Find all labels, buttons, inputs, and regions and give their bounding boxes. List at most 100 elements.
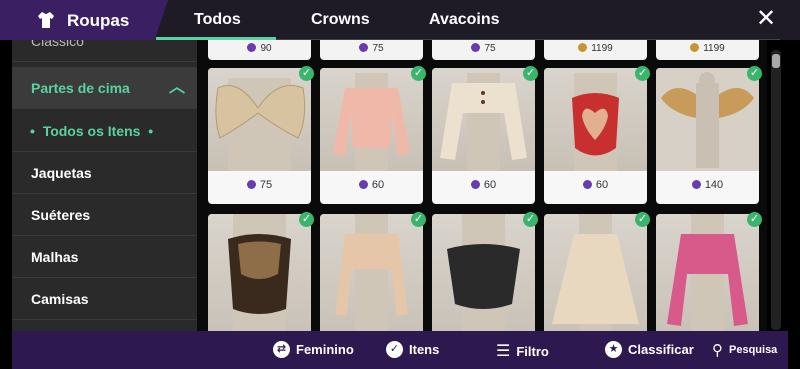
- pink-jacket-image: [667, 214, 748, 331]
- check-circle-icon: ✓: [386, 341, 403, 358]
- sidebar-item-camisas[interactable]: Camisas: [12, 278, 197, 320]
- owned-check-icon: ✓: [635, 66, 650, 81]
- owned-check-icon: ✓: [411, 66, 426, 81]
- owned-check-icon: ✓: [747, 66, 762, 81]
- bottom-toolbar: ⇄ Feminino ✓ Itens ☰ Filtro ★ Classifica…: [12, 331, 788, 369]
- classificar-button[interactable]: ★ Classificar: [605, 341, 694, 358]
- list-item[interactable]: [544, 214, 647, 331]
- tab-avacoins[interactable]: Avacoins: [429, 11, 500, 29]
- brand-header: Roupas: [0, 0, 168, 40]
- shirt-icon: [38, 12, 54, 28]
- item-price: 1199: [703, 43, 725, 54]
- item-thumbnail: [208, 214, 311, 331]
- itens-button[interactable]: ✓ Itens: [386, 341, 439, 358]
- item-price: 75: [484, 43, 496, 54]
- angel-wings-image: [656, 68, 759, 171]
- sidebar-item-label: Clássico: [31, 40, 84, 49]
- lace-corset-image: [228, 214, 291, 331]
- nude-corset-image: [335, 214, 408, 331]
- star-icon: ★: [605, 341, 622, 358]
- avacoin-icon: [578, 43, 588, 52]
- item-price: 60: [371, 179, 385, 191]
- gender-swap-icon: ⇄: [273, 341, 290, 358]
- item-price: 90: [260, 43, 272, 54]
- crown-coin-icon: [359, 43, 369, 52]
- owned-check-icon: ✓: [523, 212, 538, 227]
- itens-label: Itens: [409, 342, 440, 357]
- item-price-row: 60: [544, 179, 647, 191]
- crown-coin-icon: [471, 43, 481, 52]
- item-price: 60: [595, 179, 609, 191]
- filtro-label: Filtro: [516, 343, 549, 359]
- bow-top-image: [215, 78, 306, 171]
- sidebar-item-label: Suéteres: [31, 207, 91, 223]
- list-item[interactable]: 1199: [656, 40, 759, 60]
- item-thumbnail: [320, 68, 423, 171]
- net-top-image: [552, 214, 639, 331]
- list-item[interactable]: 75: [208, 68, 311, 204]
- sidebar-item-label: Todos os Itens: [42, 123, 141, 139]
- sidebar-item-sueteres[interactable]: Suéteres: [12, 194, 197, 236]
- list-item[interactable]: [320, 214, 423, 331]
- chevron-up-icon: ︿: [168, 79, 185, 96]
- owned-check-icon: ✓: [299, 66, 314, 81]
- list-item[interactable]: 60: [320, 68, 423, 204]
- pesquisa-label: Pesquisa: [729, 344, 778, 356]
- classificar-label: Classificar: [628, 342, 694, 357]
- sidebar-item-jaquetas[interactable]: Jaquetas: [12, 152, 197, 194]
- crown-coin-icon: [582, 180, 592, 189]
- sidebar-item-malhas[interactable]: Malhas: [12, 236, 197, 278]
- item-thumbnail: [656, 68, 759, 171]
- owned-check-icon: ✓: [747, 212, 762, 227]
- item-thumbnail: [432, 68, 535, 171]
- sidebar-item-label: Jaquetas: [31, 165, 92, 181]
- sidebar-item-label: Camisas: [31, 291, 89, 307]
- list-item[interactable]: [656, 214, 759, 331]
- owned-check-icon: ✓: [635, 212, 650, 227]
- list-item[interactable]: 140: [656, 68, 759, 204]
- pesquisa-button[interactable]: ⚲ Pesquisa: [712, 341, 777, 359]
- item-price: 140: [704, 179, 724, 191]
- blouse-image: [333, 73, 410, 171]
- item-price: 1199: [591, 43, 613, 54]
- list-item[interactable]: 60: [544, 68, 647, 204]
- sidebar-item-classico[interactable]: Clássico: [12, 40, 197, 62]
- item-thumbnail: [544, 68, 647, 171]
- list-item[interactable]: [432, 214, 535, 331]
- item-thumbnail: [320, 214, 423, 331]
- item-thumbnail: [656, 214, 759, 331]
- tab-crowns[interactable]: Crowns: [311, 11, 370, 29]
- list-item[interactable]: 75: [432, 40, 535, 60]
- filtro-button[interactable]: ☰ Filtro: [496, 341, 549, 361]
- crown-coin-icon: [470, 180, 480, 189]
- feminino-label: Feminino: [296, 342, 354, 357]
- feminino-button[interactable]: ⇄ Feminino: [273, 341, 354, 358]
- item-thumbnail: [208, 68, 311, 171]
- owned-check-icon: ✓: [411, 212, 426, 227]
- scrollbar-thumb[interactable]: [772, 54, 780, 68]
- category-sidebar: Clássico Partes de cima ︿ • Todos os Ite…: [12, 40, 197, 331]
- item-price-row: 60: [320, 179, 423, 191]
- item-price-row: 60: [432, 179, 535, 191]
- list-item[interactable]: 75: [320, 40, 423, 60]
- heart-corset-image: [572, 73, 619, 171]
- item-thumbnail: [544, 214, 647, 331]
- sidebar-item-todos-os-itens[interactable]: • Todos os Itens •: [12, 110, 197, 152]
- page-title: Roupas: [67, 11, 130, 30]
- sidebar-item-label: Partes de cima: [31, 80, 130, 96]
- list-item[interactable]: [208, 214, 311, 331]
- item-price-row: 140: [656, 179, 759, 191]
- list-item[interactable]: 90: [208, 40, 311, 60]
- close-icon[interactable]: ✕: [754, 6, 778, 32]
- item-price: 75: [372, 43, 384, 54]
- list-item[interactable]: 60: [432, 68, 535, 204]
- grid-scrollbar[interactable]: [771, 50, 781, 330]
- crown-coin-icon: [691, 180, 701, 189]
- sidebar-item-partes-de-cima[interactable]: Partes de cima ︿: [12, 67, 197, 109]
- sidebar-item-label: Malhas: [31, 249, 79, 265]
- top-bar: Roupas Todos Crowns Avacoins ✕: [0, 0, 800, 40]
- bullet-icon: •: [30, 123, 43, 139]
- search-icon: ⚲: [712, 342, 723, 359]
- list-item[interactable]: 1199: [544, 40, 647, 60]
- tab-todos[interactable]: Todos: [194, 11, 241, 29]
